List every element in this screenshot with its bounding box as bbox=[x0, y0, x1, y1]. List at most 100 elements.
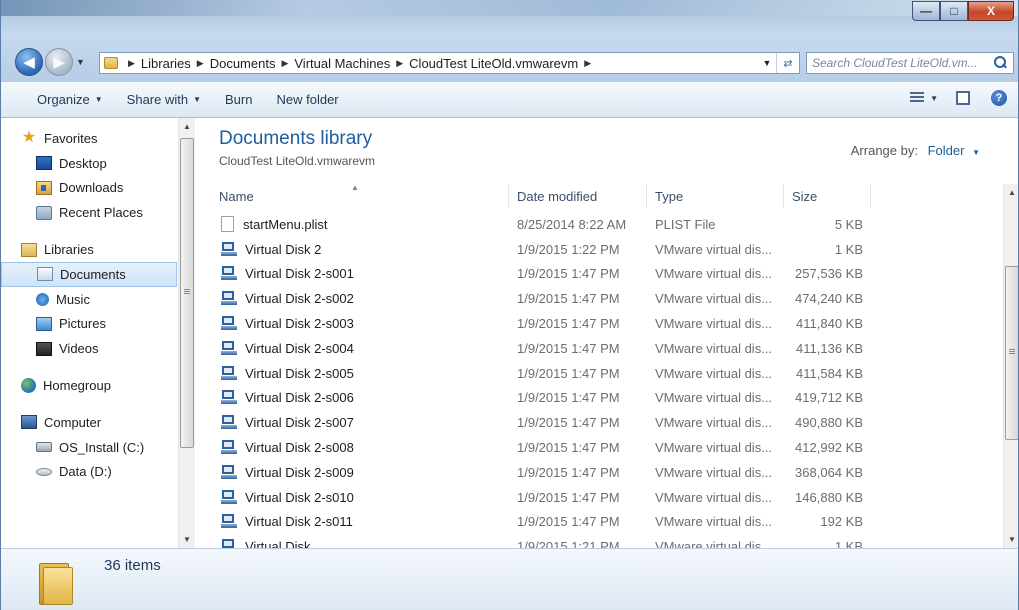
file-list-scrollbar[interactable]: ▲ ▼ bbox=[1003, 184, 1018, 548]
minimize-button[interactable]: — bbox=[912, 1, 940, 21]
file-type: VMware virtual dis... bbox=[655, 489, 773, 505]
search-input[interactable] bbox=[807, 55, 992, 71]
scroll-down-arrow-icon[interactable]: ▼ bbox=[1004, 531, 1018, 548]
file-type: VMware virtual dis... bbox=[655, 340, 773, 356]
chevron-down-icon: ▼ bbox=[930, 93, 938, 103]
nav-drive-d[interactable]: Data (D:) bbox=[1, 460, 177, 485]
file-date: 1/9/2015 1:22 PM bbox=[517, 241, 620, 257]
column-header-name[interactable]: ▲ Name bbox=[211, 183, 509, 208]
column-header-type[interactable]: Type bbox=[647, 184, 784, 208]
file-name-cell[interactable]: Virtual Disk 2-s002 bbox=[211, 291, 509, 306]
file-name-cell[interactable]: Virtual Disk 2-s007 bbox=[211, 415, 509, 430]
file-name-cell[interactable]: Virtual Disk 2-s003 bbox=[211, 316, 509, 331]
back-button[interactable]: ◀ bbox=[15, 48, 43, 76]
arrange-by-value[interactable]: Folder bbox=[928, 143, 965, 158]
breadcrumb-separator-icon[interactable]: ▶ bbox=[128, 58, 135, 69]
breadcrumb-cloudtest[interactable]: CloudTest LiteOld.vmwarevm bbox=[409, 56, 578, 71]
file-name-cell[interactable]: Virtual Disk 2-s005 bbox=[211, 365, 509, 381]
breadcrumb-virtual-machines[interactable]: Virtual Machines bbox=[294, 56, 390, 71]
breadcrumb-documents[interactable]: Documents bbox=[210, 56, 276, 71]
plist-file-icon bbox=[221, 216, 234, 233]
close-button[interactable]: X bbox=[968, 1, 1014, 21]
breadcrumb-separator-icon[interactable]: ▶ bbox=[281, 58, 288, 69]
nav-videos[interactable]: Videos bbox=[1, 336, 177, 361]
change-view-button[interactable] bbox=[906, 87, 928, 109]
file-name: Virtual Disk 2-s008 bbox=[245, 440, 354, 456]
file-name-cell[interactable]: Virtual Disk 2 bbox=[211, 241, 509, 257]
refresh-button[interactable]: ⇄ bbox=[776, 53, 799, 73]
nav-drive-c[interactable]: OS_Install (C:) bbox=[1, 435, 177, 460]
new-folder-button[interactable]: New folder bbox=[264, 87, 350, 113]
file-scroll-thumb[interactable] bbox=[1005, 266, 1018, 440]
burn-button[interactable]: Burn bbox=[213, 87, 264, 113]
view-options-dropdown[interactable]: ▼ bbox=[930, 94, 938, 103]
file-name-cell[interactable]: Virtual Disk 2-s009 bbox=[211, 464, 509, 480]
nav-downloads[interactable]: Downloads bbox=[1, 176, 177, 201]
share-with-button[interactable]: Share with ▼ bbox=[115, 87, 213, 113]
breadcrumb-separator-icon[interactable]: ▶ bbox=[396, 58, 403, 69]
forward-button[interactable]: ▶ bbox=[45, 48, 73, 76]
file-name: Virtual Disk 2-s007 bbox=[245, 415, 354, 431]
table-row[interactable]: Virtual Disk 2-s005 1/9/2015 1:47 PM VMwar… bbox=[211, 361, 871, 386]
nav-computer[interactable]: Computer bbox=[1, 410, 177, 435]
file-size: 474,240 KB bbox=[795, 291, 863, 307]
address-history-dropdown[interactable]: ▼ bbox=[758, 58, 776, 68]
table-row[interactable]: Virtual Disk 2-s002 1/9/2015 1:47 PM VMwar… bbox=[211, 286, 871, 311]
file-name-cell[interactable]: Virtual Disk 2-s011 bbox=[211, 514, 509, 529]
table-row[interactable]: Virtual Disk 2-s008 1/9/2015 1:47 PM VMwar… bbox=[211, 435, 871, 460]
chevron-down-icon[interactable]: ▼ bbox=[972, 148, 980, 157]
column-header-size-label: Size bbox=[792, 188, 818, 204]
nav-homegroup[interactable]: Homegroup bbox=[1, 373, 177, 398]
table-row[interactable]: Virtual Disk 2-s006 1/9/2015 1:47 PM VMwar… bbox=[211, 386, 871, 411]
file-name-cell[interactable]: Virtual Disk 2-s004 bbox=[211, 340, 509, 356]
file-name-cell[interactable]: Virtual Disk 2-s010 bbox=[211, 489, 509, 505]
file-date: 1/9/2015 1:47 PM bbox=[517, 440, 620, 456]
search-icon[interactable] bbox=[992, 55, 1008, 71]
table-row[interactable]: Virtual Disk 2-s011 1/9/2015 1:47 PM VMwar… bbox=[211, 510, 871, 535]
table-row[interactable]: Virtual Disk 2-s010 1/9/2015 1:47 PM VMwar… bbox=[211, 485, 871, 510]
help-button[interactable]: ? bbox=[988, 87, 1010, 109]
nav-documents[interactable]: Documents bbox=[1, 261, 177, 287]
table-row[interactable]: startMenu.plist 8/25/2014 8:22 AM PLIST Fi… bbox=[211, 212, 871, 237]
breadcrumb-separator-icon[interactable]: ▶ bbox=[197, 58, 204, 69]
recent-pages-dropdown[interactable]: ▼ bbox=[76, 57, 85, 67]
table-row[interactable]: Virtual Disk 2-s009 1/9/2015 1:47 PM VMwar… bbox=[211, 460, 871, 485]
nav-desktop[interactable]: Desktop bbox=[1, 151, 177, 176]
table-row[interactable]: Virtual Disk 2-s003 1/9/2015 1:47 PM VMwar… bbox=[211, 311, 871, 336]
nav-music[interactable]: Music bbox=[1, 287, 177, 312]
nav-pane-scrollbar[interactable]: ▲ ▼ bbox=[178, 118, 195, 548]
nav-favorites[interactable]: ★ Favorites bbox=[1, 126, 177, 151]
new-folder-label: New folder bbox=[276, 92, 339, 107]
file-size: 368,064 KB bbox=[795, 464, 863, 480]
column-header-date[interactable]: Date modified bbox=[509, 184, 647, 208]
maximize-button[interactable]: □ bbox=[940, 1, 968, 21]
file-name-cell[interactable]: Virtual Disk 2-s008 bbox=[211, 440, 509, 455]
nav-scroll-thumb[interactable] bbox=[180, 138, 194, 448]
file-name-cell[interactable]: startMenu.plist bbox=[211, 216, 509, 233]
address-bar[interactable]: ▶ Libraries ▶ Documents ▶ Virtual Machin… bbox=[99, 52, 800, 74]
column-header-size[interactable]: Size bbox=[784, 184, 871, 208]
scroll-up-arrow-icon[interactable]: ▲ bbox=[1004, 184, 1018, 201]
file-type: VMware virtual dis... bbox=[655, 440, 773, 456]
file-name-cell[interactable]: Virtual Disk 2-s006 bbox=[211, 390, 509, 405]
desktop-icon bbox=[36, 156, 52, 171]
scroll-up-arrow-icon[interactable]: ▲ bbox=[179, 118, 195, 135]
nav-pictures[interactable]: Pictures bbox=[1, 312, 177, 337]
table-row[interactable]: Virtual Disk 2-s007 1/9/2015 1:47 PM VMwar… bbox=[211, 410, 871, 435]
nav-desktop-label: Desktop bbox=[59, 155, 107, 171]
table-row[interactable]: Virtual Disk 2-s001 1/9/2015 1:47 PM VMwar… bbox=[211, 262, 871, 287]
scroll-down-arrow-icon[interactable]: ▼ bbox=[179, 531, 195, 548]
breadcrumb-separator-icon[interactable]: ▶ bbox=[584, 58, 591, 69]
share-with-label: Share with bbox=[126, 92, 189, 107]
file-name-cell[interactable]: Virtual Disk 2-s001 bbox=[211, 266, 509, 281]
nav-recent-places[interactable]: Recent Places bbox=[1, 200, 177, 225]
preview-pane-button[interactable] bbox=[952, 87, 974, 109]
scroll-grip-icon bbox=[184, 289, 190, 294]
table-row[interactable]: Virtual Disk 2 1/9/2015 1:22 PM VMware vir… bbox=[211, 237, 871, 262]
organize-button[interactable]: Organize ▼ bbox=[25, 87, 115, 113]
breadcrumb-libraries[interactable]: Libraries bbox=[141, 56, 191, 71]
nav-libraries[interactable]: Libraries bbox=[1, 237, 177, 262]
folder-icon bbox=[39, 559, 73, 605]
table-row[interactable]: Virtual Disk 2-s004 1/9/2015 1:47 PM VMwar… bbox=[211, 336, 871, 361]
